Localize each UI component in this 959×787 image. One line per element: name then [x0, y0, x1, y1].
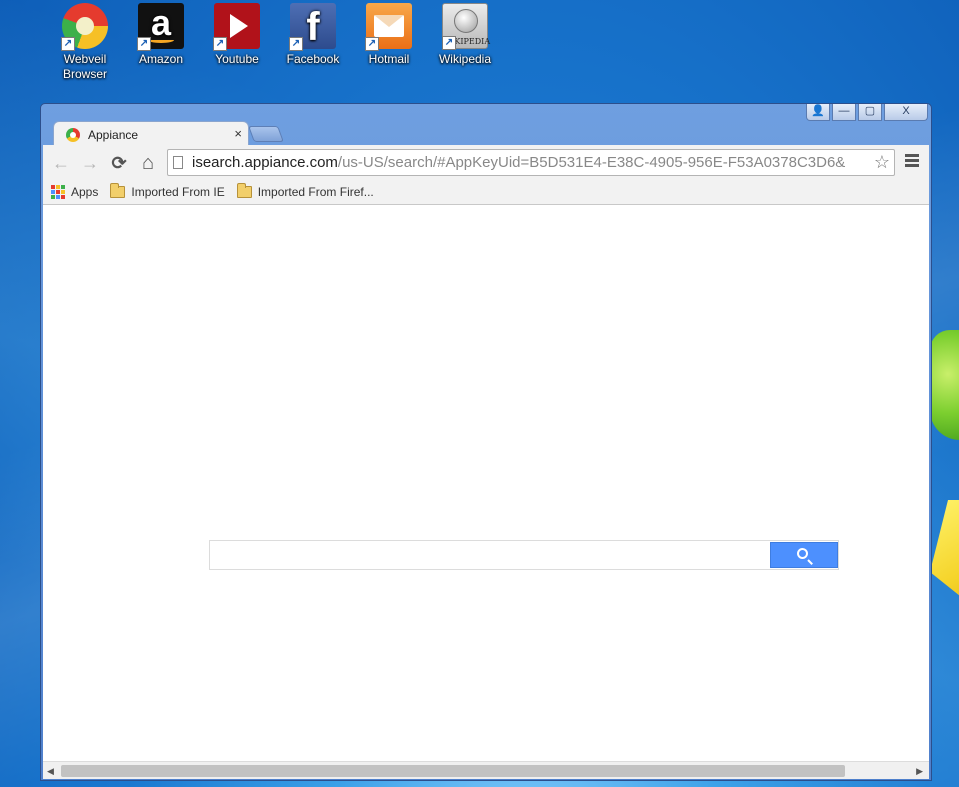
desktop-icon-label: Hotmail	[368, 52, 410, 66]
folder-icon	[236, 183, 252, 198]
forward-button[interactable]: →	[78, 151, 102, 175]
desktop-icon-label: Amazon	[138, 52, 184, 66]
bookmark-folder-ie[interactable]: Imported From IE	[110, 183, 225, 199]
url-path: /us-US/search/#AppKeyUid=B5D531E4-E38C-4…	[337, 154, 846, 171]
window-controls: 👤 — ▢ X	[806, 104, 928, 122]
apps-grid-icon	[51, 185, 65, 199]
home-button[interactable]: ⌂	[136, 151, 160, 175]
desktop-icon-label: Facebook	[286, 52, 340, 66]
search-box	[209, 540, 839, 570]
desktop-icon-wikipedia[interactable]: WIKIPEDIA ↗ Wikipedia	[429, 3, 501, 67]
tab-close-icon[interactable]: ×	[234, 126, 242, 141]
back-button[interactable]: ←	[49, 151, 73, 175]
page-icon	[173, 156, 183, 169]
search-button[interactable]	[770, 542, 838, 568]
envelope-icon	[374, 15, 404, 37]
scroll-right-arrow-icon[interactable]: ▶	[916, 766, 923, 777]
facebook-icon: f ↗	[289, 3, 336, 51]
address-bar[interactable]: isearch.appiance.com/us-US/search/#AppKe…	[167, 149, 895, 176]
tab-appiance[interactable]: Appiance ×	[53, 121, 249, 147]
desktop-icon-hotmail[interactable]: ↗ Hotmail	[353, 3, 425, 67]
shortcut-arrow-icon: ↗	[213, 37, 227, 51]
webveil-icon: ↗	[61, 3, 108, 51]
scrollbar-thumb[interactable]	[61, 765, 845, 777]
desktop-icon-amazon[interactable]: a ↗ Amazon	[125, 3, 197, 67]
search-input[interactable]	[210, 541, 768, 569]
wallpaper-logo-yellow	[930, 500, 959, 620]
facebook-glyph: f	[306, 5, 320, 49]
hotmail-icon: ↗	[365, 3, 412, 51]
close-window-button[interactable]: X	[884, 104, 928, 121]
wallpaper-logo-green	[930, 330, 959, 440]
desktop-icon-youtube[interactable]: ↗ Youtube	[201, 3, 273, 67]
shortcut-arrow-icon: ↗	[61, 37, 75, 51]
bookmark-folder-firefox[interactable]: Imported From Firef...	[236, 183, 374, 199]
desktop-icon-label: Browser	[62, 67, 107, 81]
bookmark-label: Apps	[71, 185, 99, 199]
desktop-icon-webveil[interactable]: ↗ Webveil Browser	[49, 3, 121, 82]
folder-icon	[110, 183, 126, 198]
shortcut-arrow-icon: ↗	[289, 37, 303, 51]
reload-button[interactable]: ⟳	[107, 151, 131, 175]
desktop-icon-label: Youtube	[215, 52, 259, 66]
page-content	[43, 205, 929, 761]
search-icon	[797, 548, 808, 559]
profile-button[interactable]: 👤	[806, 104, 830, 121]
browser-window: 👤 — ▢ X Appiance × ← → ⟳ ⌂ isearch.appia…	[40, 103, 932, 781]
tab-strip: Appiance ×	[49, 118, 649, 147]
address-url[interactable]: isearch.appiance.com/us-US/search/#AppKe…	[192, 154, 845, 171]
horizontal-scrollbar[interactable]: ◀ ▶	[43, 761, 929, 779]
shortcut-arrow-icon: ↗	[442, 36, 456, 50]
desktop-icon-label: Webveil	[63, 52, 107, 66]
browser-toolbar: ← → ⟳ ⌂ isearch.appiance.com/us-US/searc…	[43, 145, 929, 205]
youtube-icon: ↗	[213, 3, 260, 51]
desktop-icon-facebook[interactable]: f ↗ Facebook	[277, 3, 349, 67]
chrome-menu-icon[interactable]	[905, 154, 919, 169]
bookmark-label: Imported From Firef...	[257, 185, 374, 199]
wikipedia-icon: WIKIPEDIA ↗	[442, 3, 490, 50]
amazon-smile	[148, 37, 174, 43]
scroll-left-arrow-icon[interactable]: ◀	[47, 766, 54, 777]
bookmark-apps[interactable]: Apps	[51, 185, 98, 199]
shortcut-arrow-icon: ↗	[365, 37, 379, 51]
play-icon	[230, 14, 248, 38]
new-tab-button[interactable]	[248, 126, 284, 142]
appiance-favicon-icon	[66, 128, 80, 142]
amazon-icon: a ↗	[137, 3, 184, 51]
maximize-button[interactable]: ▢	[858, 104, 882, 121]
url-host: isearch.appiance.com	[192, 154, 338, 171]
shortcut-arrow-icon: ↗	[137, 37, 151, 51]
tab-title: Appiance	[88, 128, 139, 142]
minimize-button[interactable]: —	[832, 104, 856, 121]
bookmark-star-icon[interactable]: ☆	[871, 152, 890, 173]
globe-icon	[454, 9, 478, 33]
desktop-icon-label: Wikipedia	[438, 52, 492, 66]
bookmarks-bar: Apps Imported From IE Imported From Fire…	[51, 181, 386, 203]
bookmark-label: Imported From IE	[131, 185, 225, 199]
